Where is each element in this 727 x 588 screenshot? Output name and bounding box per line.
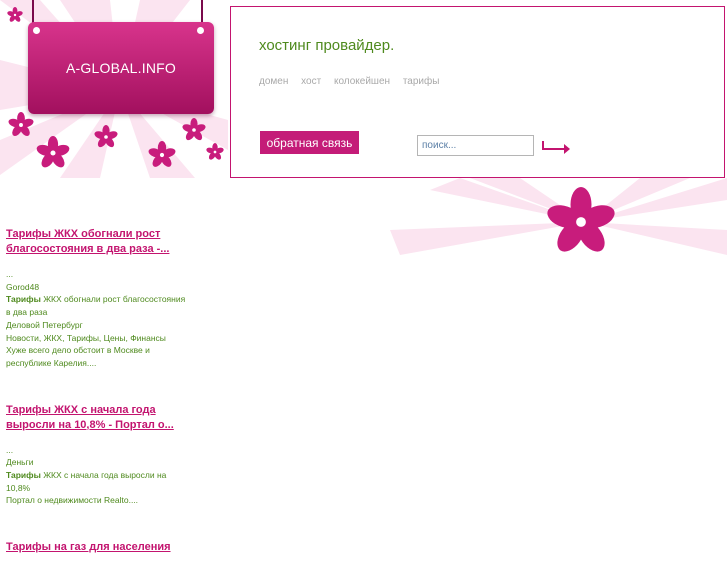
list-item: Тарифы ЖКХ обогнали рост благосостояния …	[6, 227, 186, 370]
flower-icon	[94, 125, 118, 148]
logo-sign[interactable]: A-GLOBAL.INFO	[25, 0, 220, 120]
top-nav: домен хост колокейшен тарифы	[259, 76, 449, 87]
article-list: Тарифы ЖКХ обогнали рост благосостояния …	[6, 227, 186, 588]
flower-icon	[206, 143, 224, 160]
flower-icon	[148, 141, 176, 167]
sign-board: A-GLOBAL.INFO	[28, 22, 214, 114]
flower-icon	[182, 118, 206, 141]
snippet-line: ...	[6, 269, 14, 279]
page-title: хостинг провайдер.	[259, 37, 395, 54]
header-panel: хостинг провайдер. домен хост колокейшен…	[230, 6, 725, 178]
flower-icon	[547, 187, 615, 252]
flower-icon	[7, 7, 23, 22]
list-item: Тарифы ЖКХ с начала года выросли на 10,8…	[6, 403, 186, 508]
snippet-line: Новости, ЖКХ, Тарифы, Цены, Финансы Хуже…	[6, 332, 166, 368]
article-title-link[interactable]: Тарифы ЖКХ с начала года выросли на 10,8…	[6, 403, 186, 433]
nav-link-domain[interactable]: домен	[259, 76, 288, 87]
snippet-line: Деловой Петербург	[6, 319, 83, 330]
article-title-link[interactable]: Тарифы ЖКХ обогнали рост благосостояния …	[6, 227, 186, 257]
flower-icon	[8, 112, 34, 136]
sign-nail-right	[197, 27, 204, 34]
search-arrow-icon[interactable]	[541, 140, 571, 154]
snippet-line: Gorod48	[6, 281, 40, 292]
nav-link-host[interactable]: хост	[301, 76, 321, 87]
snippet-line: Портал о недвижимости Realto....	[6, 495, 139, 506]
flower-icon	[36, 136, 70, 168]
nav-link-tariffs[interactable]: тарифы	[403, 76, 440, 87]
snippet-line: ...	[6, 444, 14, 455]
nav-link-colocation[interactable]: колокейшен	[334, 76, 390, 87]
snippet-keyword: Тарифы	[6, 294, 41, 305]
article-title-link[interactable]: Тарифы на газ для населения	[6, 540, 186, 555]
list-item: Тарифы на газ для населения	[6, 540, 186, 555]
snippet-keyword: Тарифы	[6, 470, 41, 481]
search-input[interactable]	[417, 135, 534, 156]
feedback-button[interactable]: обратная связь	[260, 131, 359, 154]
snippet-line: Деньги	[6, 457, 34, 468]
sign-nail-left	[33, 27, 40, 34]
site-logo-text: A-GLOBAL.INFO	[66, 60, 176, 76]
article-snippet: ... Деньги Тарифы ЖКХ с начала года выро…	[6, 444, 186, 508]
article-snippet: ... Gorod48 Тарифы ЖКХ обогнали рост бла…	[6, 268, 186, 370]
